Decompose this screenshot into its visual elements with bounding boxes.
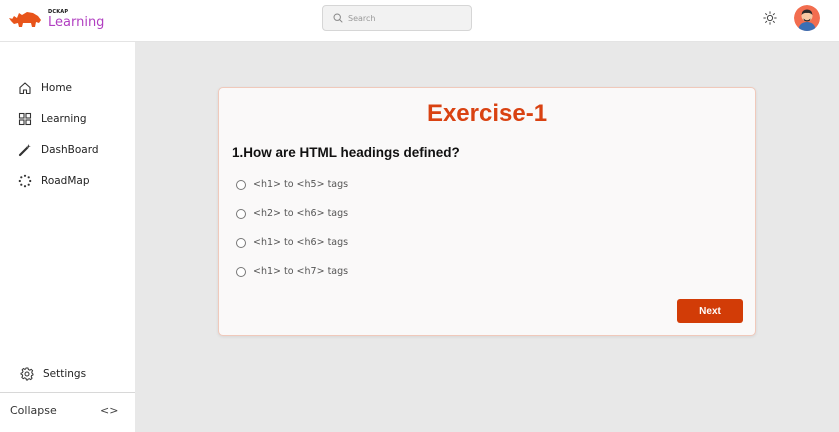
radio-button[interactable] [236, 266, 246, 277]
brand-logo[interactable]: DCKAP Learning [9, 7, 104, 31]
collapse-code-icon[interactable]: <> [100, 404, 118, 417]
avatar-icon [794, 5, 820, 31]
option-label: <h1> to <h6> tags [253, 237, 349, 248]
exercise-title: Exercise-1 [426, 100, 548, 127]
search-box[interactable] [322, 5, 472, 31]
gear-icon [20, 367, 34, 381]
sidebar-item-label: DashBoard [41, 144, 99, 156]
rhino-logo-icon [9, 12, 41, 27]
answer-option[interactable]: <h1> to <h6> tags [236, 237, 348, 248]
top-bar: DCKAP Learning [0, 0, 839, 42]
home-icon [19, 82, 31, 95]
option-label: <h2> to <h6> tags [253, 208, 349, 219]
sidebar-item-learning[interactable]: Learning [18, 111, 87, 127]
collapse-button[interactable]: Collapse [10, 404, 57, 417]
question-text: 1.How are HTML headings defined? [232, 145, 460, 160]
brand-name: Learning [48, 14, 105, 30]
sidebar-item-settings[interactable]: Settings [20, 366, 86, 382]
option-label: <h1> to <h5> tags [253, 179, 349, 190]
search-icon [333, 13, 343, 23]
grid-icon [18, 112, 32, 126]
user-avatar[interactable] [794, 5, 820, 31]
next-button[interactable]: Next [677, 299, 743, 323]
sidebar-item-dashboard[interactable]: DashBoard [18, 142, 99, 158]
sun-icon[interactable] [763, 11, 777, 25]
answer-option[interactable]: <h1> to <h7> tags [236, 266, 348, 277]
sidebar-item-label: Settings [43, 368, 87, 380]
answer-option[interactable]: <h2> to <h6> tags [236, 208, 348, 219]
loader-icon [18, 174, 32, 188]
search-input[interactable] [348, 13, 458, 23]
option-label: <h1> to <h7> tags [253, 266, 349, 277]
brand-small-text: DCKAP [48, 8, 69, 15]
radio-button[interactable] [236, 208, 246, 219]
sidebar-item-label: Learning [41, 113, 87, 125]
magic-wand-icon [18, 144, 31, 157]
sidebar-item-label: RoadMap [41, 175, 90, 187]
sidebar-item-label: Home [41, 82, 73, 94]
radio-button[interactable] [236, 179, 246, 190]
sidebar-divider [0, 392, 135, 393]
sidebar: Home Learning DashBoard RoadMap Settings… [0, 42, 135, 432]
exercise-card: Exercise-1 1.How are HTML headings defin… [218, 87, 756, 336]
sidebar-item-roadmap[interactable]: RoadMap [18, 173, 90, 189]
answer-option[interactable]: <h1> to <h5> tags [236, 179, 348, 190]
radio-button[interactable] [236, 237, 246, 248]
sidebar-item-home[interactable]: Home [18, 80, 72, 96]
